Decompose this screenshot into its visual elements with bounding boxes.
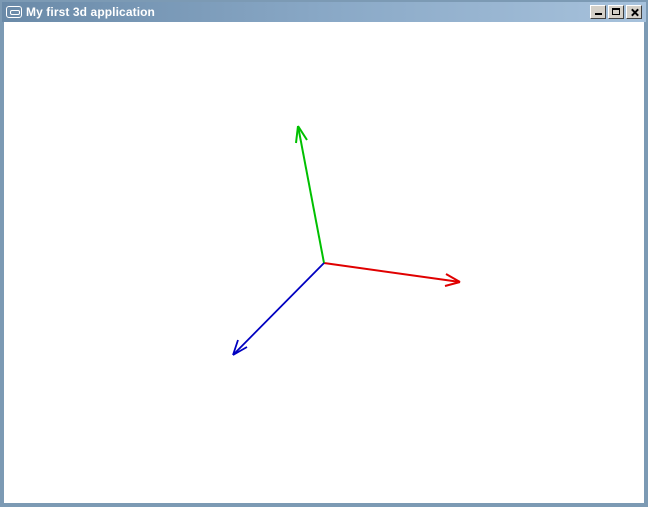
3d-viewport[interactable] (4, 22, 644, 503)
application-window: My first 3d application (0, 0, 648, 507)
axes-canvas (232, 125, 461, 356)
app-icon[interactable] (6, 6, 22, 18)
z-axis (232, 262, 325, 356)
y-axis (295, 125, 325, 264)
minimize-button[interactable] (590, 5, 606, 19)
close-button[interactable] (626, 5, 642, 19)
title-bar[interactable]: My first 3d application (2, 2, 646, 22)
maximize-button[interactable] (608, 5, 624, 19)
window-controls (590, 5, 642, 19)
window-title: My first 3d application (26, 5, 155, 19)
x-axis (323, 262, 461, 287)
